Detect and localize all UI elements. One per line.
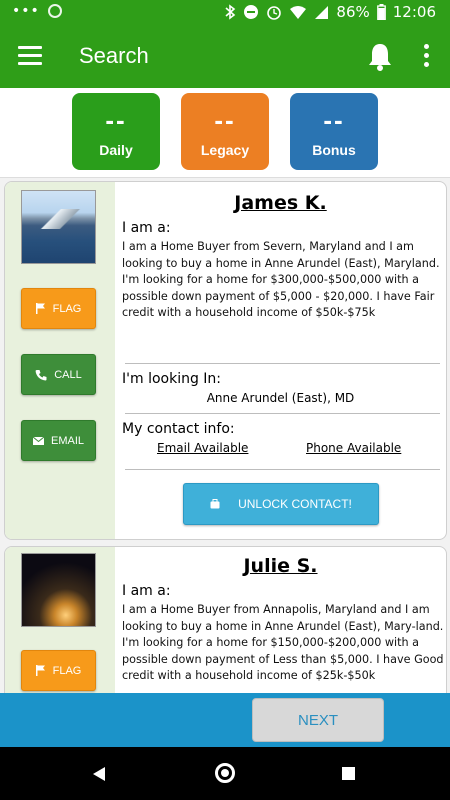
bluetooth-icon bbox=[225, 4, 236, 20]
menu-icon[interactable] bbox=[18, 46, 42, 66]
divider bbox=[125, 413, 440, 414]
screen: ••• 86% 12:06 Search -- Daily -- Legacy … bbox=[0, 0, 450, 800]
flag-button[interactable]: FLAG bbox=[21, 288, 96, 329]
stat-legacy-label: Legacy bbox=[200, 142, 250, 158]
lead-card-sidebar: FLAG bbox=[5, 547, 115, 693]
flag-icon bbox=[35, 665, 45, 676]
phone-icon bbox=[35, 369, 47, 380]
email-available-link[interactable]: Email Available bbox=[157, 441, 248, 455]
email-button[interactable]: EMAIL bbox=[21, 420, 96, 461]
contact-info-label: My contact info: bbox=[122, 421, 235, 437]
stat-legacy[interactable]: -- Legacy bbox=[181, 93, 269, 170]
stat-bonus[interactable]: -- Bonus bbox=[290, 93, 378, 170]
lead-name: James K. bbox=[234, 192, 327, 214]
flag-button-label: FLAG bbox=[52, 664, 82, 677]
lead-card: FLAG CALL EMAIL James K. I am a: I am a … bbox=[4, 181, 447, 540]
page-title: Search bbox=[79, 43, 149, 68]
lead-iam-label: I am a: bbox=[122, 583, 171, 599]
alarm-icon bbox=[267, 6, 282, 20]
stat-bonus-value: -- bbox=[323, 105, 345, 135]
lead-name: Julie S. bbox=[243, 555, 318, 577]
lead-description: I am a Home Buyer from Severn, Maryland … bbox=[122, 240, 440, 319]
signal-icon bbox=[315, 5, 329, 19]
app-notification-icon bbox=[47, 4, 62, 18]
briefcase-icon bbox=[210, 499, 220, 509]
email-button-label: EMAIL bbox=[50, 434, 84, 447]
do-not-disturb-icon bbox=[244, 5, 259, 19]
stat-legacy-value: -- bbox=[214, 105, 236, 135]
unlock-contact-button[interactable]: UNLOCK CONTACT! bbox=[183, 483, 379, 525]
call-button[interactable]: CALL bbox=[21, 354, 96, 395]
flag-button-label: FLAG bbox=[52, 302, 82, 315]
battery-percent: 86% bbox=[336, 3, 370, 21]
wifi-icon bbox=[290, 5, 307, 19]
stat-daily[interactable]: -- Daily bbox=[72, 93, 160, 170]
back-icon[interactable] bbox=[93, 767, 105, 781]
stat-daily-label: Daily bbox=[99, 142, 133, 158]
app-bar: Search bbox=[0, 26, 450, 88]
looking-in-label: I'm looking In: bbox=[122, 371, 222, 387]
system-nav-bar bbox=[0, 747, 450, 800]
battery-icon bbox=[376, 4, 386, 20]
lead-photo bbox=[21, 190, 96, 264]
lead-iam-label: I am a: bbox=[122, 220, 171, 236]
bottom-bar: NEXT bbox=[0, 693, 450, 747]
stat-daily-value: -- bbox=[105, 105, 127, 135]
flag-button[interactable]: FLAG bbox=[21, 650, 96, 691]
overflow-menu-icon[interactable] bbox=[420, 44, 432, 70]
notification-dots-icon: ••• bbox=[12, 3, 40, 19]
status-bar: ••• 86% 12:06 bbox=[0, 0, 450, 26]
notifications-bell-icon[interactable] bbox=[366, 42, 394, 72]
stats-bar: -- Daily -- Legacy -- Bonus bbox=[0, 88, 450, 178]
lead-list[interactable]: FLAG CALL EMAIL James K. I am a: I am a … bbox=[0, 178, 450, 693]
lead-card-sidebar: FLAG CALL EMAIL bbox=[5, 182, 115, 539]
recent-apps-icon[interactable] bbox=[342, 767, 355, 780]
envelope-icon bbox=[32, 436, 44, 445]
divider bbox=[125, 363, 440, 364]
home-icon[interactable] bbox=[215, 763, 235, 783]
lead-photo bbox=[21, 553, 96, 627]
lead-location: Anne Arundel (East), MD bbox=[206, 391, 355, 405]
lead-description: I am a Home Buyer from Annapolis, Maryla… bbox=[122, 603, 444, 682]
phone-available-link[interactable]: Phone Available bbox=[306, 441, 401, 455]
unlock-contact-label: UNLOCK CONTACT! bbox=[238, 497, 352, 511]
clock: 12:06 bbox=[392, 3, 436, 21]
flag-icon bbox=[35, 303, 45, 314]
lead-card: FLAG Julie S. I am a: I am a Home Buyer … bbox=[4, 546, 447, 693]
divider bbox=[125, 469, 440, 470]
next-button[interactable]: NEXT bbox=[252, 698, 384, 742]
stat-bonus-label: Bonus bbox=[312, 142, 356, 158]
call-button-label: CALL bbox=[54, 368, 82, 381]
